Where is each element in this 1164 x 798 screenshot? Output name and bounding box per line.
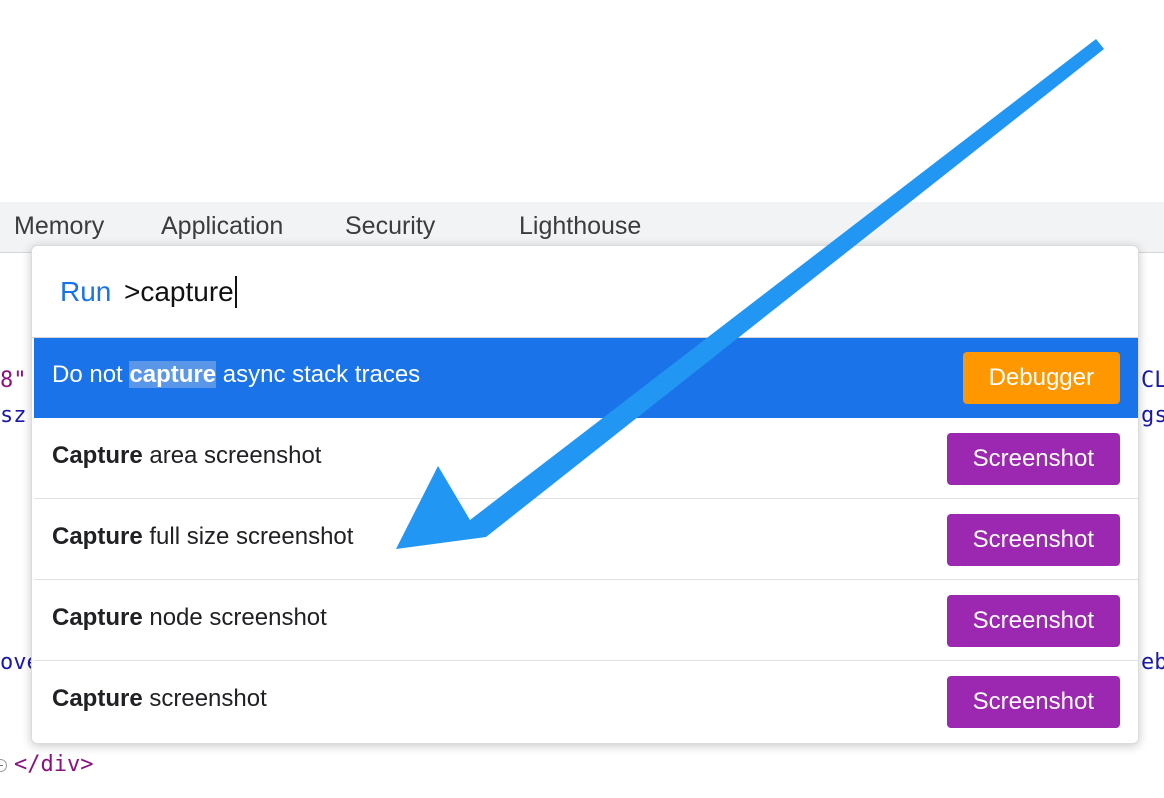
arrow-icon [396, 39, 1104, 549]
